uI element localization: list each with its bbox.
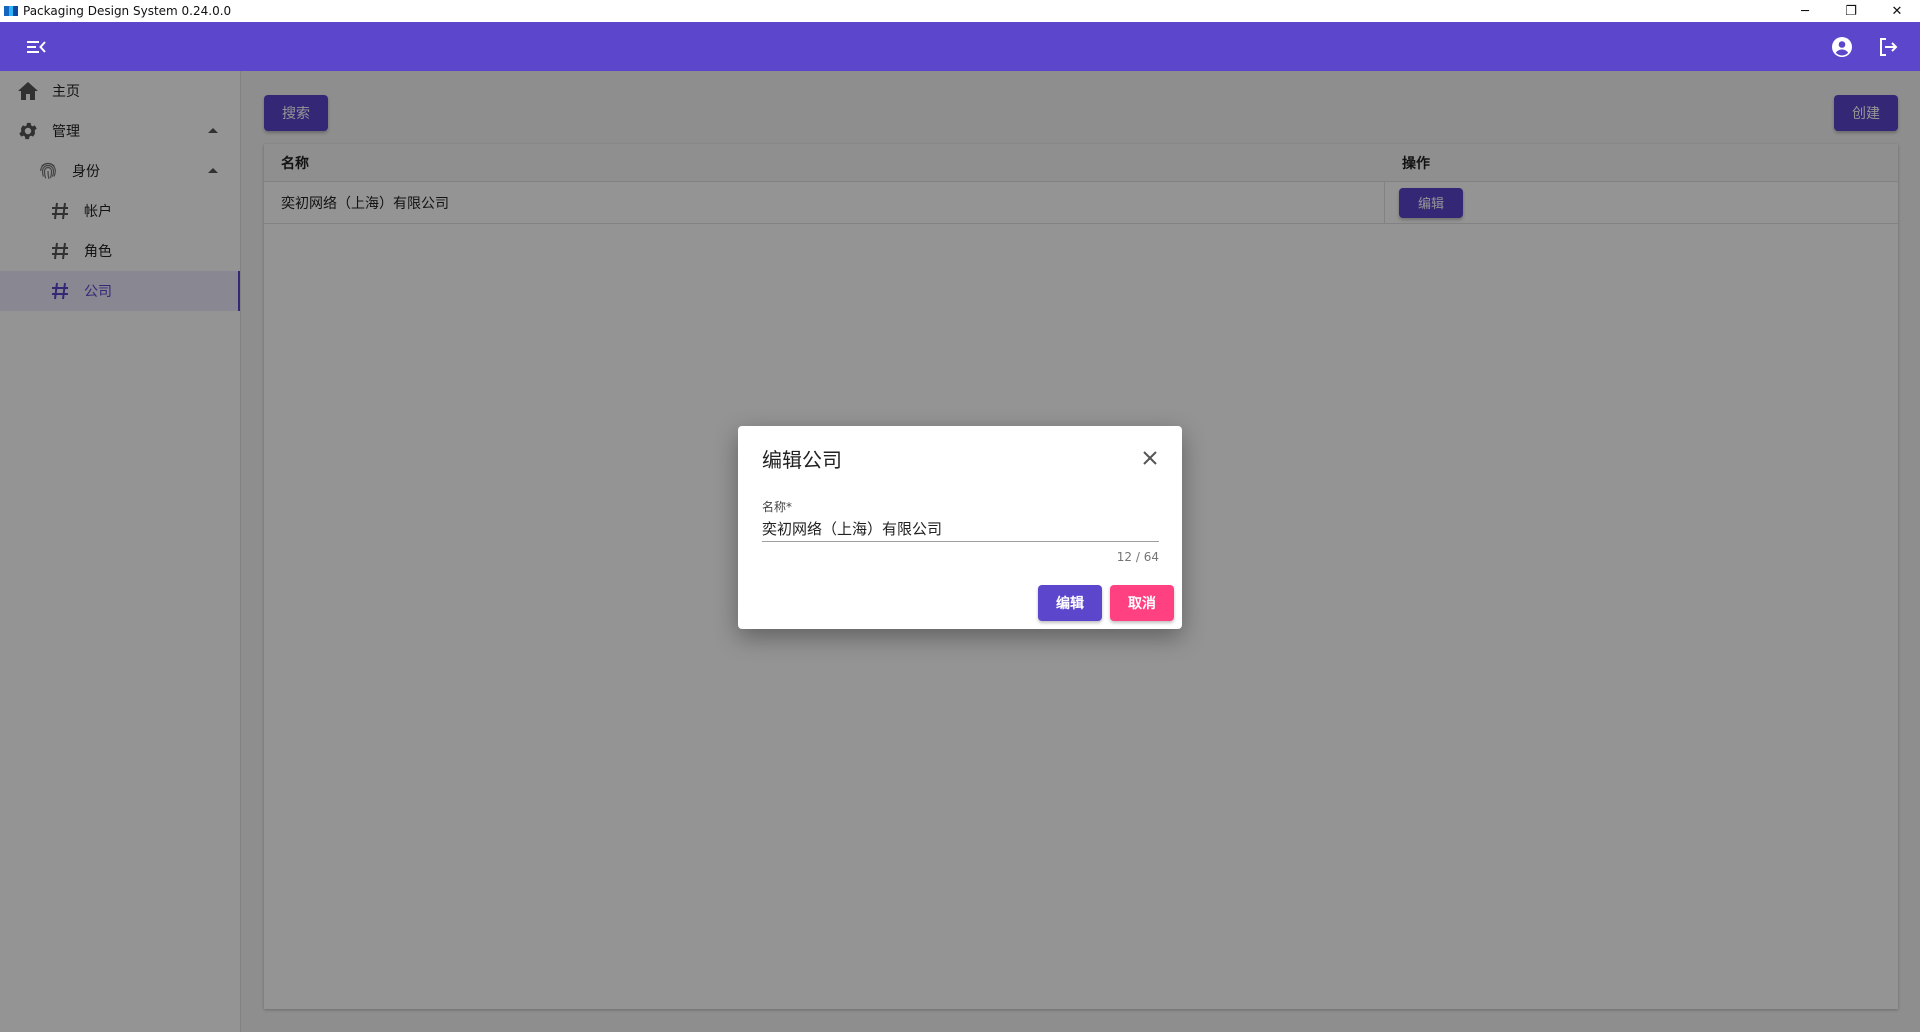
- window-titlebar: Packaging Design System 0.24.0.0 ─ ❐ ✕: [0, 0, 1920, 22]
- dialog-title: 编辑公司: [762, 448, 842, 472]
- menu-open-icon[interactable]: [24, 36, 48, 58]
- confirm-edit-button[interactable]: 编辑: [1038, 585, 1102, 621]
- app-bar: [0, 22, 1920, 71]
- name-field-label: 名称*: [762, 500, 793, 514]
- logout-icon[interactable]: [1874, 34, 1902, 60]
- appbar-actions: [1828, 34, 1902, 60]
- window-controls: ─ ❐ ✕: [1782, 0, 1920, 22]
- minimize-button[interactable]: ─: [1782, 0, 1828, 22]
- company-name-input[interactable]: [762, 516, 1159, 542]
- app-logo-icon: [4, 6, 18, 16]
- window-title: Packaging Design System 0.24.0.0: [23, 4, 232, 18]
- account-circle-icon[interactable]: [1828, 34, 1856, 60]
- restore-button[interactable]: ❐: [1828, 0, 1874, 22]
- cancel-button[interactable]: 取消: [1110, 585, 1174, 621]
- character-counter: 12 / 64: [1116, 550, 1159, 564]
- edit-company-dialog: 编辑公司 名称* 12 / 64 编辑 取消: [738, 426, 1182, 629]
- close-window-button[interactable]: ✕: [1874, 0, 1920, 22]
- close-icon[interactable]: [1138, 446, 1162, 470]
